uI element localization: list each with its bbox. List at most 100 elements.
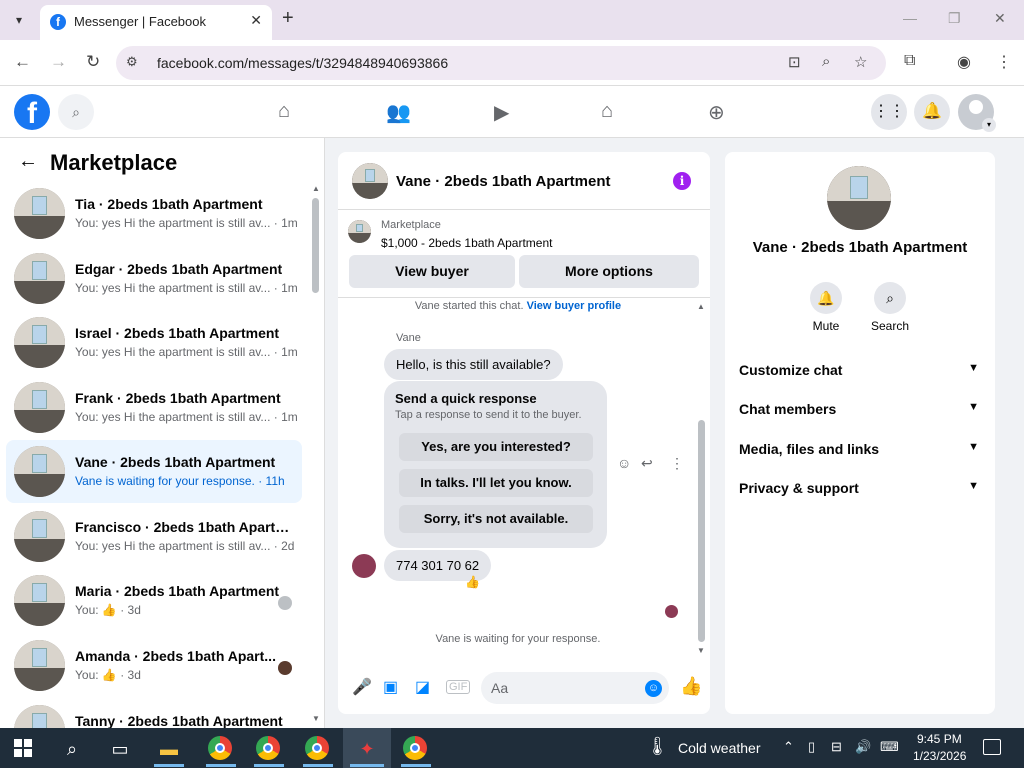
pinned-app-icon[interactable]: ✦ [354,736,380,762]
keyboard-icon[interactable]: ⌨ [880,739,899,755]
network-icon[interactable]: ⊟ [831,739,842,755]
more-actions-icon[interactable]: ⋮ [670,455,684,472]
chrome-icon[interactable] [208,736,232,760]
message-bubble[interactable]: Hello, is this still available? [384,349,563,380]
emoji-icon[interactable]: ☺ [645,680,662,697]
customize-chat-row[interactable]: Customize chat ▼ [739,362,981,382]
tab-search-icon[interactable]: ▾ [8,10,30,30]
mute-bell-icon[interactable]: 🔔 [810,282,842,314]
friends-icon[interactable]: 👥 [386,100,411,125]
conversation-info-icon[interactable]: i [673,172,691,190]
quick-response-option[interactable]: Yes, are you interested? [399,433,593,461]
conversation-item[interactable]: Edgar · 2beds 1bath Apartment You: yes H… [6,247,302,310]
chrome-icon[interactable] [305,736,329,760]
conversation-item[interactable]: Francisco · 2beds 1bath Apartm... You: y… [6,505,302,568]
menu-grid-icon[interactable]: ⋮⋮ [871,94,907,130]
clock-time[interactable]: 9:45 PM [917,732,962,746]
task-view-icon[interactable]: ▭ [107,736,133,762]
react-emoji-icon[interactable]: ☺ [617,455,631,471]
chat-scroll-up-icon[interactable]: ▲ [697,302,705,311]
reply-icon[interactable]: ↩ [641,455,653,472]
sidebar-title: Marketplace [50,150,178,175]
notification-center-icon[interactable] [983,739,1001,755]
home-icon[interactable]: ⌂ [278,100,290,123]
bookmark-star-icon[interactable]: ☆ [854,53,867,71]
conversation-preview: You: yes Hi the apartment is still av...… [75,410,298,424]
file-explorer-icon[interactable]: ▬ [156,736,182,762]
read-receipt-avatar [278,661,292,675]
clock-date[interactable]: 1/23/2026 [913,749,966,763]
photo-icon[interactable]: ▣ [383,677,398,697]
url-text[interactable]: facebook.com/messages/t/3294848940693866 [157,55,448,71]
info-listing-thumbnail[interactable] [827,166,891,230]
chat-listing-thumbnail[interactable] [352,163,388,199]
conversation-item[interactable]: Tia · 2beds 1bath Apartment You: yes Hi … [6,182,302,245]
view-buyer-button[interactable]: View buyer [349,255,515,288]
search-icon[interactable]: ⌕ [58,94,94,130]
address-bar[interactable]: ⚙ facebook.com/messages/t/32948489406938… [116,46,886,80]
chat-scroll-down-icon[interactable]: ▼ [697,646,705,655]
conversation-item[interactable]: Maria · 2beds 1bath Apartment You: 👍 · 3… [6,569,302,632]
chat-scrollbar[interactable] [698,420,705,642]
sidebar-scrollbar[interactable] [312,198,319,293]
browser-tab[interactable]: f Messenger | Facebook ✕ [40,5,272,40]
profile-icon[interactable]: ◉ [957,52,971,72]
buyer-avatar[interactable] [352,554,376,578]
running-indicator [254,764,284,767]
marketplace-icon[interactable]: ⌂ [601,100,613,123]
close-tab-icon[interactable]: ✕ [250,12,262,29]
conversation-sidebar: ← Marketplace Tia · 2beds 1bath Apartmen… [0,138,325,728]
show-hidden-icons-icon[interactable]: ⌃ [783,739,794,755]
search-taskbar-icon[interactable]: ⌕ [59,736,85,762]
media-files-links-row[interactable]: Media, files and links ▼ [739,441,981,461]
back-icon[interactable]: ← [14,52,31,72]
gaming-icon[interactable]: ⊕ [708,100,725,125]
minimize-icon[interactable]: — [903,10,917,26]
account-avatar[interactable]: ▾ [958,94,996,132]
scroll-down-icon[interactable]: ▼ [312,714,320,723]
site-info-icon[interactable]: ⚙ [126,54,138,70]
message-input[interactable]: Aa ☺ [481,672,669,704]
facebook-logo-icon[interactable]: f [14,94,50,130]
scroll-up-icon[interactable]: ▲ [312,184,320,193]
like-thumbs-up-icon[interactable]: 👍 [680,676,702,697]
reload-icon[interactable]: ↻ [86,52,100,72]
conversation-item[interactable]: Amanda · 2beds 1bath Apart... You: 👍 · 3… [6,634,302,697]
notifications-bell-icon[interactable]: 🔔 [914,94,950,130]
zoom-icon[interactable]: ⌕ [822,53,830,70]
conversation-item[interactable]: Israel · 2beds 1bath Apartment You: yes … [6,311,302,374]
sticker-icon[interactable]: ◪ [415,677,430,697]
quick-response-option[interactable]: Sorry, it's not available. [399,505,593,533]
running-indicator [401,764,431,767]
listing-thumbnail [14,446,65,497]
listing-price[interactable]: $1,000 - 2beds 1bath Apartment [381,236,552,250]
device-icon[interactable]: ▯ [808,739,815,755]
forward-icon[interactable]: → [50,52,67,72]
thermometer-icon[interactable]: 🌡 [646,736,669,757]
restore-icon[interactable]: ❐ [948,10,961,27]
conversation-item-active[interactable]: Vane · 2beds 1bath Apartment Vane is wai… [6,440,302,503]
new-tab-icon[interactable]: + [282,7,294,30]
chrome-icon[interactable] [403,736,427,760]
back-arrow-icon[interactable]: ← [18,150,38,173]
search-conversation-icon[interactable]: ⌕ [874,282,906,314]
install-app-icon[interactable]: ⊡ [788,53,801,71]
weather-text[interactable]: Cold weather [678,740,761,756]
windows-start-icon[interactable] [14,739,32,757]
more-options-button[interactable]: More options [519,255,699,288]
video-icon[interactable]: ▶ [494,100,509,125]
conversation-item[interactable]: Tanny · 2beds 1bath Apartment [6,699,302,728]
privacy-support-row[interactable]: Privacy & support ▼ [739,480,981,500]
volume-icon[interactable]: 🔊 [855,739,871,755]
gif-icon[interactable]: GIF [446,680,471,694]
microphone-icon[interactable]: 🎤 [352,677,372,697]
extensions-icon[interactable]: ⧉ [904,52,915,70]
browser-menu-icon[interactable]: ⋮ [996,52,1012,72]
chrome-icon[interactable] [256,736,280,760]
quick-response-option[interactable]: In talks. I'll let you know. [399,469,593,497]
view-buyer-profile-link[interactable]: View buyer profile [527,300,622,312]
conversation-item[interactable]: Frank · 2beds 1bath Apartment You: yes H… [6,376,302,439]
close-window-icon[interactable]: ✕ [994,10,1006,27]
chat-members-row[interactable]: Chat members ▼ [739,401,981,421]
chat-title[interactable]: Vane · 2beds 1bath Apartment [396,173,611,190]
